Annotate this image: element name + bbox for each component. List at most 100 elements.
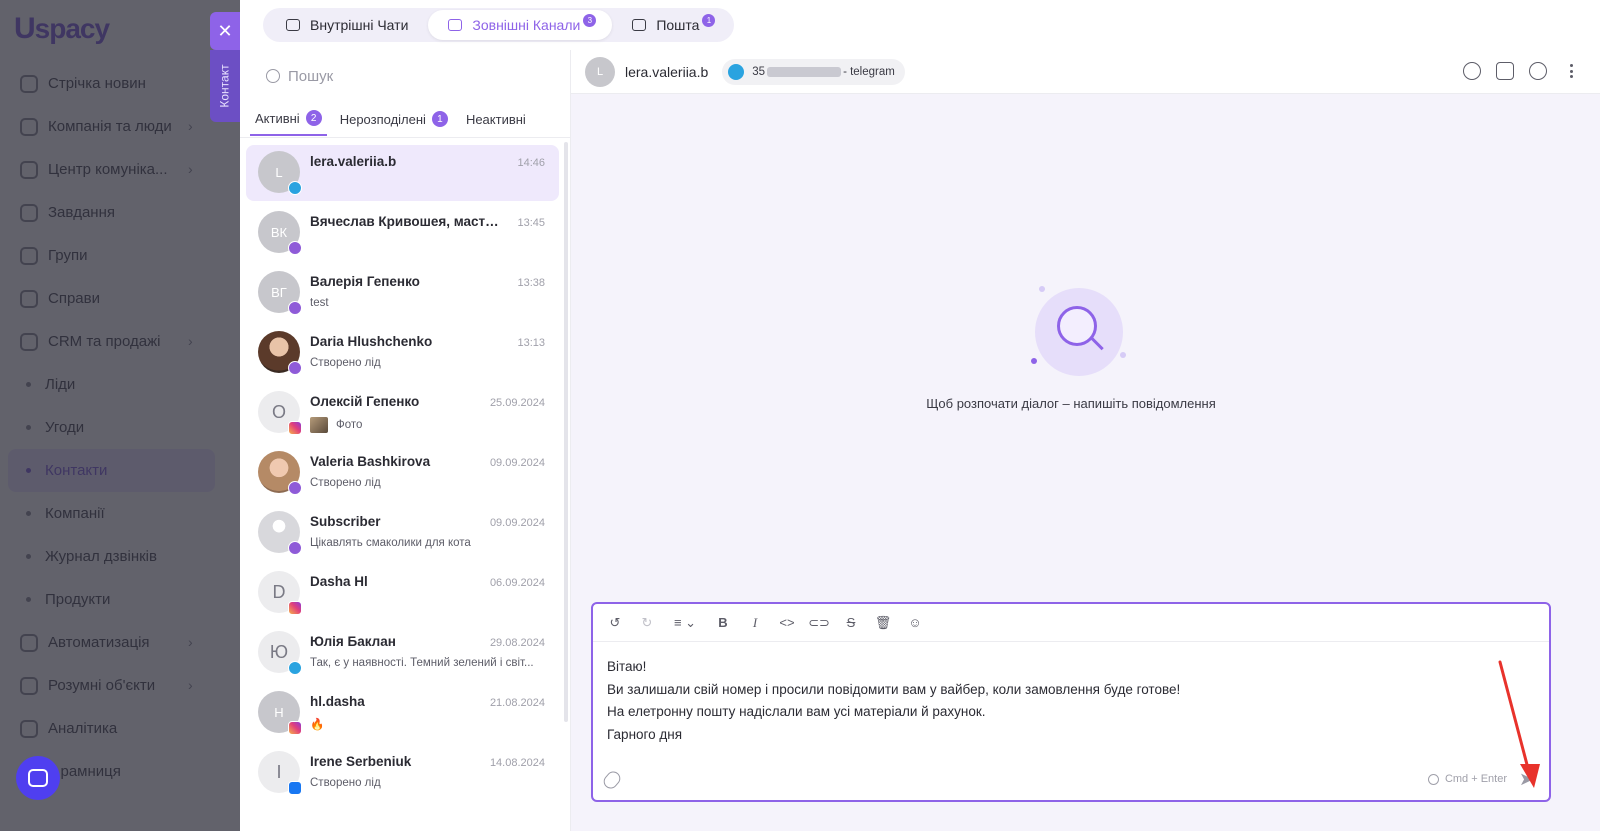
conversation-name: Валерія Гепенко <box>310 274 420 289</box>
channel-name: - telegram <box>843 65 895 78</box>
avatar-initials: L <box>275 164 283 180</box>
avatar <box>258 451 302 495</box>
conversation-body: lera.valeriia.b <box>310 151 546 201</box>
conversation-body: Daria Hlushchenko Створено лід <box>310 331 546 385</box>
viber-icon <box>288 241 302 255</box>
conversation-time: 13:38 <box>517 277 545 289</box>
database-icon[interactable] <box>1496 62 1514 80</box>
contact-name[interactable]: lera.valeriia.b <box>625 64 708 80</box>
modal-overlay[interactable] <box>0 0 240 831</box>
contact-avatar[interactable]: L <box>585 56 615 87</box>
conversation-filter-tabs: Активні 2 Нерозподілені 1 Неактивні <box>240 102 571 138</box>
avatar: ВГ <box>258 271 302 315</box>
avatar: I <box>258 751 302 795</box>
more-options-icon[interactable] <box>1562 62 1580 80</box>
avatar-initials: Ю <box>269 641 289 662</box>
chat-bubble-icon <box>286 19 300 31</box>
telegram-icon <box>728 63 745 80</box>
message-input[interactable]: Вітаю! Ви залишали свій номер і просили п… <box>593 642 1549 746</box>
bold-icon[interactable]: B <box>711 611 735 635</box>
formatting-toolbar: ↺ ↻ ≡ ⌄ B I <> ⊂⊃ S 🗑 ☺ <box>593 604 1549 642</box>
strikethrough-icon[interactable]: S <box>839 611 863 635</box>
search-icon[interactable] <box>1529 62 1547 80</box>
conversation-item[interactable]: I Irene Serbeniuk Створено лід 14.08.2024 <box>246 745 559 805</box>
tab-mail[interactable]: Пошта 1 <box>612 10 731 40</box>
avatar: О <box>258 391 302 435</box>
conversation-time: 14.08.2024 <box>489 757 545 769</box>
check-circle-icon[interactable] <box>1463 62 1481 80</box>
redo-icon[interactable]: ↻ <box>635 611 659 635</box>
conversation-item[interactable]: ВГ Валерія Гепенко test 13:38 <box>246 265 559 325</box>
tab-internal-chats[interactable]: Внутрішні Чати <box>266 10 428 40</box>
tab-badge: 1 <box>702 14 716 27</box>
align-icon[interactable]: ≡ ⌄ <box>667 611 703 635</box>
message-composer[interactable]: ↺ ↻ ≡ ⌄ B I <> ⊂⊃ S 🗑 ☺ Вітаю! Ви залишали свій но… <box>591 602 1551 802</box>
conversation-item[interactable]: О Олексій Гепенко Фото 25.09.2024 <box>246 385 559 445</box>
close-icon: ✕ <box>217 20 233 41</box>
search-placeholder: Пошук <box>288 67 334 85</box>
conversation-item[interactable]: Hhl.dasha 🔥 21.08.2024 <box>246 685 559 745</box>
filter-tab-count: 2 <box>305 110 322 126</box>
undo-icon[interactable]: ↺ <box>603 611 627 635</box>
tab-label: Пошта <box>656 17 700 33</box>
chat-header: L lera.valeriia.b 35 - telegram <box>571 50 1600 94</box>
avatar <box>258 331 302 375</box>
conversation-name: Valeria Bashkirova <box>310 454 431 469</box>
italic-icon[interactable]: I <box>743 611 767 635</box>
viber-icon <box>288 481 302 495</box>
attach-icon[interactable] <box>600 768 624 792</box>
filter-tab-count: 1 <box>431 111 448 127</box>
facebook-icon <box>288 781 302 795</box>
link-icon[interactable]: ⊂⊃ <box>807 611 831 635</box>
contact-tab-label: Контакт <box>218 64 232 108</box>
header-actions <box>1448 62 1580 80</box>
channel-chip[interactable]: 35 - telegram <box>722 58 905 85</box>
conversation-item[interactable]: ВК Вячеслав Кривошея, мастер... 13:45 <box>246 205 559 265</box>
tab-external-channels[interactable]: Зовнішні Канали 3 <box>428 10 613 40</box>
conversation-item[interactable]: Llera.valeriia.b 14:46 <box>246 145 559 201</box>
code-icon[interactable]: <> <box>775 611 799 635</box>
filter-tab-label: Нерозподілені <box>339 111 426 127</box>
conversation-name: Олексій Гепенко <box>310 394 420 409</box>
close-panel-button[interactable]: ✕ <box>210 12 240 50</box>
search-input[interactable]: Пошук <box>252 58 558 94</box>
trash-icon[interactable]: 🗑 <box>871 611 895 635</box>
conversation-time: 21.08.2024 <box>489 697 545 709</box>
mail-icon <box>632 19 647 31</box>
filter-tab[interactable]: Неактивні <box>461 102 531 136</box>
tab-badge: 3 <box>583 14 597 27</box>
conversation-time: 29.08.2024 <box>489 637 545 649</box>
avatar-initials: О <box>271 401 286 422</box>
instagram-icon <box>288 721 302 735</box>
emoji-icon[interactable]: ☺ <box>903 611 927 635</box>
conversation-name: Irene Serbeniuk <box>310 754 412 769</box>
instagram-icon <box>288 421 302 435</box>
channel-tabs: Внутрішні Чати Зовнішні Канали 3 Пошта 1 <box>263 8 735 42</box>
conversation-time: 09.09.2024 <box>489 517 545 529</box>
conversation-preview: Створено лід <box>310 777 540 789</box>
conversation-item[interactable]: Valeria Bashkirova Створено лід 09.09.2024 <box>246 445 559 505</box>
conversation-name: Dasha Hl <box>310 574 368 589</box>
contact-side-tab[interactable]: Контакт <box>210 50 240 122</box>
preview-text: Цікавлять смаколики для кота <box>310 537 471 549</box>
gear-icon <box>1427 773 1439 785</box>
conversation-item[interactable]: Subscriber Цікавлять смаколики для кота 09… <box>246 505 559 565</box>
conversation-item[interactable]: Ю Юлія Баклан Так, є у наявності. Темний з… <box>246 625 559 685</box>
support-chat-button[interactable] <box>16 756 60 800</box>
telegram-icon <box>288 661 302 675</box>
blurred-number <box>767 66 842 77</box>
empty-state-text: Щоб розпочати діалог – напишіть повідомл… <box>926 396 1216 411</box>
message-line: На елетронну пошту надіслали вам усі мат… <box>607 704 986 719</box>
conversation-name: Вячеслав Кривошея, мастер... <box>310 214 506 229</box>
avatar-initials: H <box>274 704 284 720</box>
list-scrollbar[interactable] <box>564 142 568 722</box>
filter-tab[interactable]: Активні 2 <box>250 102 327 136</box>
filter-tab[interactable]: Нерозподілені 1 <box>335 102 453 136</box>
viber-icon <box>288 361 302 375</box>
conversation-item[interactable]: Daria Hlushchenko Створено лід 13:13 <box>246 325 559 385</box>
message-line: Ви залишали свій номер і просили повідом… <box>607 681 1181 697</box>
conversation-preview: test <box>310 297 540 309</box>
tab-label: Зовнішні Канали <box>472 17 581 33</box>
conversation-preview: Цікавлять смаколики для кота <box>310 537 540 549</box>
conversation-item[interactable]: D Dasha Hl 06.09.2024 <box>246 565 559 625</box>
